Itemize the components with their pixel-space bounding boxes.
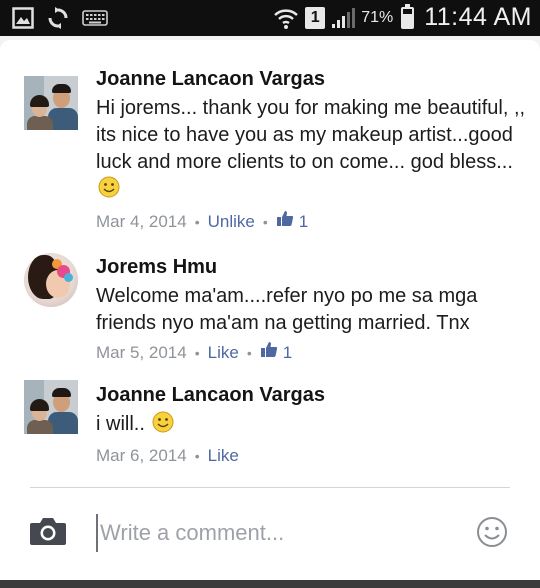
comment-author[interactable]: Jorems Hmu — [96, 255, 526, 279]
sync-icon — [46, 6, 70, 30]
nav-edge — [0, 580, 540, 588]
meta-separator: • — [262, 213, 268, 230]
avatar[interactable] — [24, 380, 78, 434]
like-count[interactable]: 1 — [260, 341, 292, 364]
meta-separator: • — [194, 213, 200, 230]
like-button[interactable]: Like — [208, 445, 239, 467]
comment-input[interactable] — [96, 514, 456, 552]
comment-author[interactable]: Joanne Lancaon Vargas — [96, 67, 526, 91]
status-bar: 1 71% 11:44 AM — [0, 0, 540, 36]
camera-icon[interactable] — [29, 516, 67, 551]
thumbs-up-icon — [276, 210, 294, 233]
comment-composer — [0, 508, 540, 560]
avatar[interactable] — [24, 253, 78, 307]
meta-separator: • — [194, 344, 200, 361]
status-left-icons — [12, 6, 108, 30]
thumbs-up-icon — [260, 341, 278, 364]
battery-percent: 71% — [361, 8, 394, 26]
avatar[interactable] — [24, 76, 78, 130]
comment-meta: Mar 6, 2014 • Like — [96, 445, 526, 467]
status-clock: 11:44 AM — [424, 3, 532, 31]
status-right-icons: 1 71% 11:44 AM — [273, 3, 532, 32]
comment-date[interactable]: Mar 5, 2014 — [96, 342, 187, 364]
gallery-icon — [12, 7, 34, 29]
meta-separator: • — [246, 344, 252, 361]
comment-meta: Mar 5, 2014 • Like • 1 — [96, 341, 526, 364]
smiley-emoji-icon — [152, 411, 174, 441]
smiley-emoji-icon — [98, 176, 120, 206]
like-button[interactable]: Like — [208, 342, 239, 364]
signal-icon — [331, 7, 356, 29]
wifi-icon — [273, 6, 299, 30]
like-count[interactable]: 1 — [276, 210, 308, 233]
comment-date[interactable]: Mar 4, 2014 — [96, 211, 187, 233]
composer-divider — [30, 487, 510, 488]
comment-text-content: Hi jorems... thank you for making me bea… — [96, 97, 526, 173]
smiley-icon[interactable] — [476, 516, 508, 553]
sim-slot-badge: 1 — [305, 6, 326, 29]
comment-date[interactable]: Mar 6, 2014 — [96, 445, 187, 467]
like-count-value: 1 — [282, 342, 293, 362]
keyboard-icon — [82, 9, 108, 27]
comments-panel: Joanne Lancaon Vargas Hi jorems... thank… — [0, 40, 540, 588]
unlike-button[interactable]: Unlike — [208, 211, 255, 233]
comment-author[interactable]: Joanne Lancaon Vargas — [96, 383, 526, 407]
comment-text: Welcome ma'am....refer nyo po me sa mga … — [96, 285, 478, 334]
battery-icon — [401, 3, 415, 29]
comment-meta: Mar 4, 2014 • Unlike • 1 — [96, 210, 526, 233]
comment-text: i will.. — [96, 411, 526, 441]
meta-separator: • — [194, 448, 200, 464]
like-count-value: 1 — [298, 211, 309, 231]
comment-text: Hi jorems... thank you for making me bea… — [96, 95, 526, 206]
comment-text-content: i will.. — [96, 413, 145, 435]
